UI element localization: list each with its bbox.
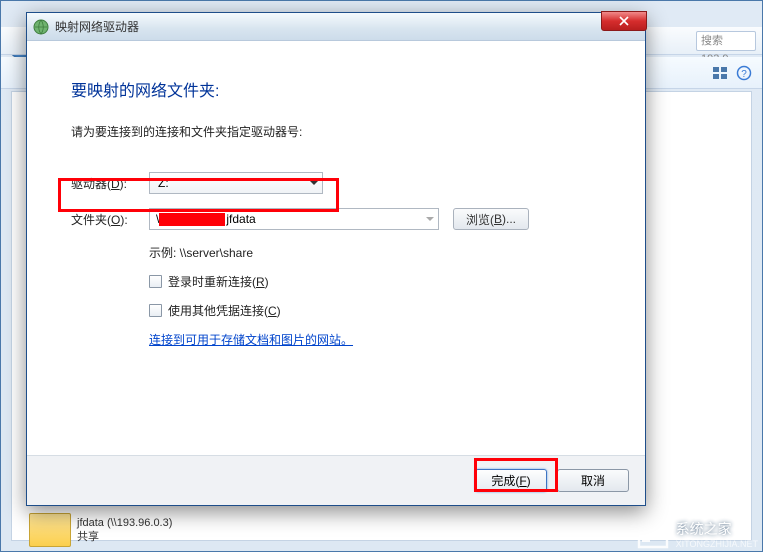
cancel-button[interactable]: 取消 [557,469,629,492]
reconnect-checkbox[interactable] [149,275,162,288]
drive-row: 驱动器(D): Z: [71,172,601,194]
chevron-down-icon [426,215,434,223]
chevron-down-icon [310,179,318,187]
dialog-heading: 要映射的网络文件夹: [71,77,601,101]
view-icon[interactable] [712,65,728,81]
house-icon [636,519,670,549]
reconnect-label: 登录时重新连接(R) [168,273,269,290]
folder-row: 文件夹(O): \jfdata 浏览(B)... [71,208,601,230]
finish-button[interactable]: 完成(F) [475,469,547,492]
storage-website-link[interactable]: 连接到可用于存储文档和图片的网站。 [149,331,601,348]
drive-label: 驱动器(D): [71,175,149,192]
help-icon[interactable]: ? [736,65,752,81]
map-network-drive-dialog: 映射网络驱动器 要映射的网络文件夹: 请为要连接到的连接和文件夹指定驱动器号: … [26,12,646,506]
browse-button[interactable]: 浏览(B)... [453,208,529,230]
dialog-title: 映射网络驱动器 [55,18,139,35]
folder-label: jfdata (\\193.96.0.3) 共享 [77,516,172,545]
svg-text:?: ? [741,69,747,80]
watermark: 系统之家 XITONGZHIJIA.NET [636,519,758,549]
credentials-label: 使用其他凭据连接(C) [168,302,281,319]
credentials-checkbox[interactable] [149,304,162,317]
credentials-row: 使用其他凭据连接(C) [149,302,601,319]
folder-label: 文件夹(O): [71,211,149,228]
close-button[interactable] [601,11,647,31]
folder-value: \jfdata [156,212,256,226]
dialog-footer: 完成(F) 取消 [27,455,645,505]
folder-icon [29,513,71,547]
drive-value: Z: [158,176,169,190]
reconnect-row: 登录时重新连接(R) [149,273,601,290]
drive-dropdown[interactable]: Z: [149,172,323,194]
dialog-instruction: 请为要连接到的连接和文件夹指定驱动器号: [71,123,601,140]
redacted-text [159,213,225,226]
folder-dropdown[interactable]: \jfdata [149,208,439,230]
search-input[interactable]: 搜索 193.9... [696,31,756,51]
dialog-body: 要映射的网络文件夹: 请为要连接到的连接和文件夹指定驱动器号: 驱动器(D): … [27,41,645,455]
folder-item[interactable]: jfdata (\\193.96.0.3) 共享 [29,513,172,547]
example-hint: 示例: \\server\share [149,244,601,261]
network-drive-icon [33,19,49,35]
dialog-titlebar[interactable]: 映射网络驱动器 [27,13,645,41]
